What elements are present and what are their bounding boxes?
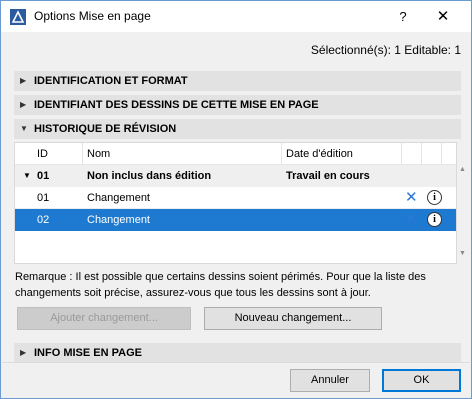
section-label: IDENTIFIANT DES DESSINS DE CETTE MISE EN…: [34, 99, 319, 111]
add-change-button[interactable]: Ajouter changement...: [17, 307, 191, 330]
scroll-up-icon[interactable]: ▲: [459, 166, 466, 173]
expand-triangle-icon: ▶: [20, 100, 27, 109]
delete-icon[interactable]: ✕: [405, 187, 418, 209]
column-header-nom[interactable]: Nom: [83, 143, 282, 165]
section-label: HISTORIQUE DE RÉVISION: [34, 123, 177, 135]
ok-button[interactable]: OK: [382, 369, 461, 392]
scroll-down-icon[interactable]: ▼: [459, 250, 466, 257]
column-header-blank-2: [422, 143, 442, 165]
section-info[interactable]: ▶ INFO MISE EN PAGE: [14, 343, 461, 363]
help-button[interactable]: ?: [393, 7, 413, 27]
collapse-triangle-icon[interactable]: ▼: [19, 165, 31, 187]
group-id: 01: [37, 170, 50, 182]
revision-table: ID Nom Date d'édition ▼ 01 Non inclus da…: [14, 142, 457, 264]
info-icon[interactable]: i: [427, 190, 442, 205]
column-header-id[interactable]: ID: [33, 143, 83, 165]
group-name: Non inclus dans édition: [87, 170, 212, 182]
section-identification[interactable]: ▶ IDENTIFICATION ET FORMAT: [14, 71, 461, 91]
section-identifiant[interactable]: ▶ IDENTIFIANT DES DESSINS DE CETTE MISE …: [14, 95, 461, 115]
column-header-blank-1: [402, 143, 422, 165]
row-name: Changement: [87, 214, 150, 226]
expand-triangle-icon: ▶: [20, 348, 27, 357]
new-change-button[interactable]: Nouveau changement...: [204, 307, 382, 330]
close-button[interactable]: ✕: [431, 6, 455, 28]
remark-text: Remarque : Il est possible que certains …: [15, 271, 426, 299]
delete-icon[interactable]: ✕: [405, 209, 418, 231]
section-label: IDENTIFICATION ET FORMAT: [34, 75, 188, 87]
row-id: 01: [37, 192, 50, 204]
table-group-row[interactable]: ▼ 01 Non inclus dans édition Travail en …: [15, 165, 456, 187]
footer-divider: [2, 362, 470, 363]
info-icon[interactable]: i: [427, 212, 442, 227]
section-historique[interactable]: ▼ HISTORIQUE DE RÉVISION: [14, 119, 461, 139]
column-header-date[interactable]: Date d'édition: [282, 143, 402, 165]
app-icon: [10, 9, 26, 25]
table-scrollbar[interactable]: ▲ ▼: [457, 142, 469, 264]
section-label: INFO MISE EN PAGE: [34, 347, 142, 359]
group-date: Travail en cours: [286, 170, 370, 182]
collapse-triangle-icon: ▼: [20, 124, 28, 133]
expand-triangle-icon: ▶: [20, 76, 27, 85]
row-id: 02: [37, 214, 50, 226]
options-dialog: Options Mise en page ? ✕ Sélectionné(s):…: [0, 0, 472, 399]
table-row[interactable]: 02 Changement ✕ i: [15, 209, 456, 231]
title-bar: Options Mise en page ? ✕: [1, 1, 471, 32]
row-name: Changement: [87, 192, 150, 204]
table-row[interactable]: 01 Changement ✕ i: [15, 187, 456, 209]
selection-info: Sélectionné(s): 1 Editable: 1: [310, 43, 461, 57]
window-title: Options Mise en page: [34, 9, 151, 23]
cancel-button[interactable]: Annuler: [290, 369, 370, 392]
table-header: ID Nom Date d'édition: [15, 143, 456, 165]
